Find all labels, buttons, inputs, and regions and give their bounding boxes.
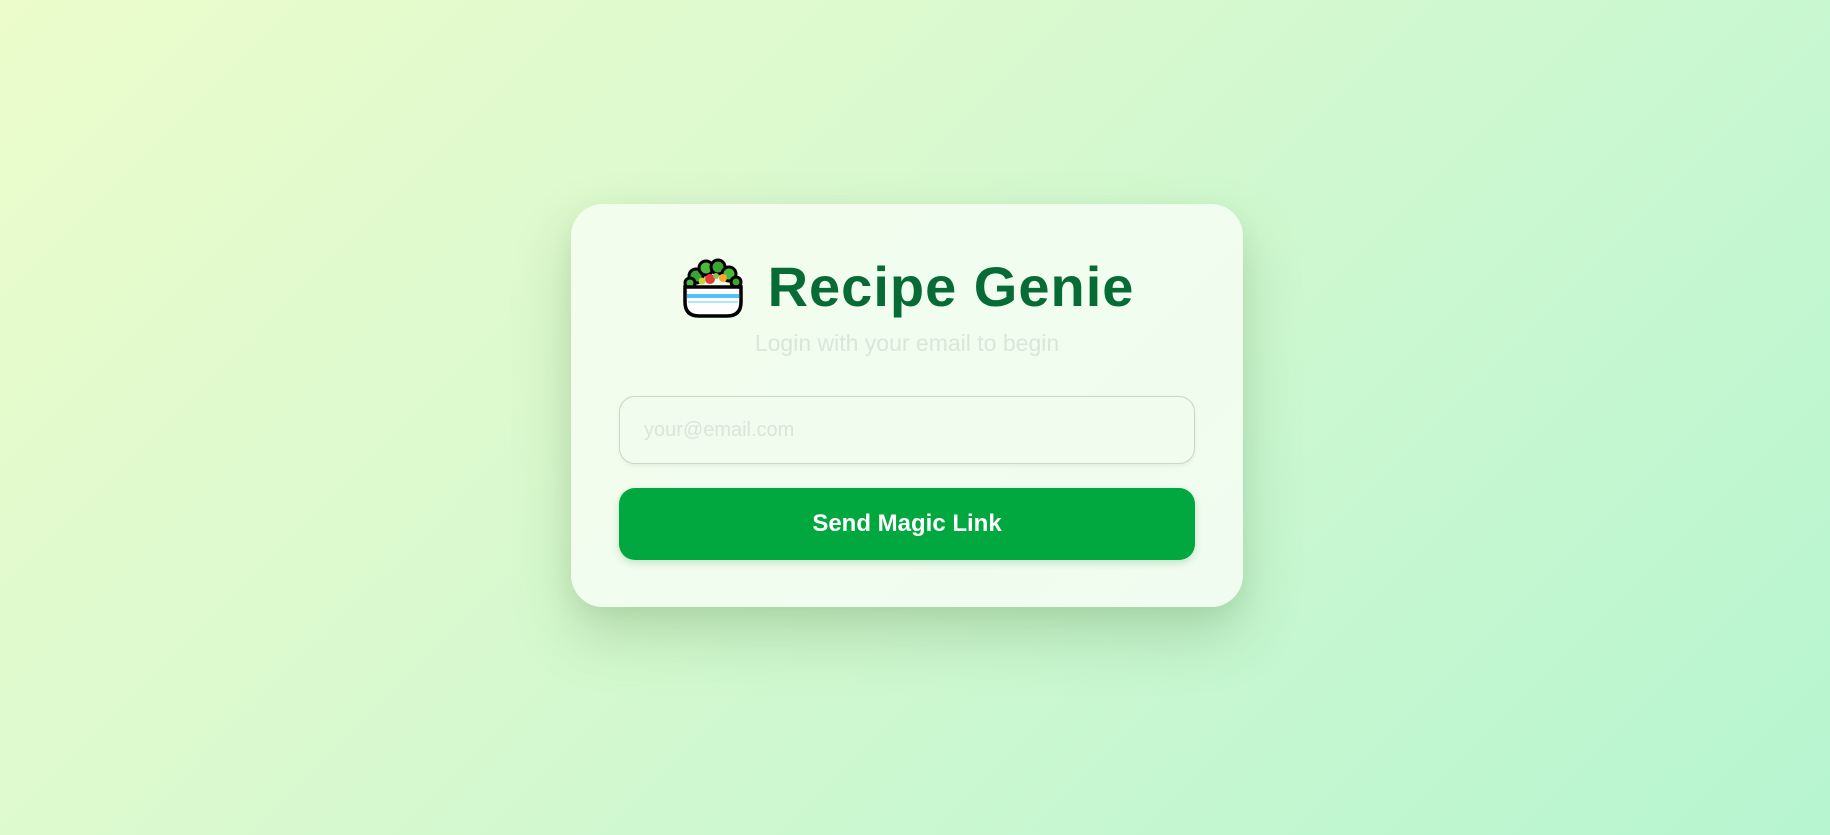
- email-input[interactable]: [619, 396, 1195, 464]
- login-card: Recipe Genie Login with your email to be…: [571, 204, 1243, 607]
- login-subtitle: Login with your email to begin: [754, 330, 1060, 356]
- app-header: Recipe Genie: [571, 252, 1243, 322]
- send-magic-link-button[interactable]: Send Magic Link: [619, 488, 1195, 560]
- app-title: Recipe Genie: [767, 255, 1135, 318]
- salad-bowl-icon: [680, 254, 746, 320]
